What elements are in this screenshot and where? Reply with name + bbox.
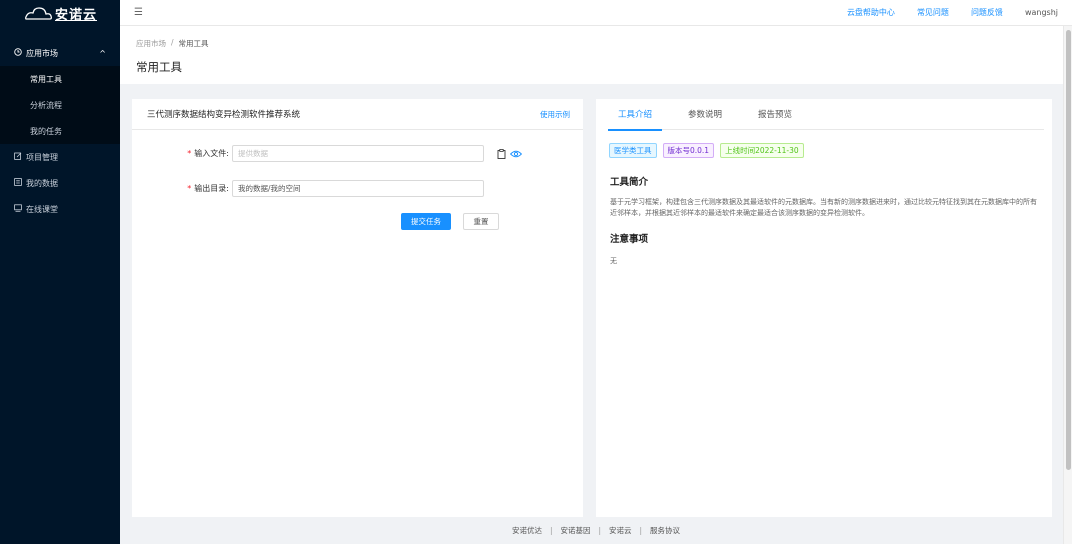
data-icon — [14, 178, 26, 188]
monitor-icon — [14, 204, 26, 214]
clipboard-icon[interactable] — [497, 148, 506, 159]
output-dir-field[interactable]: 我的数据/我的空间 — [232, 180, 484, 197]
sidebar-item-label: 应用市场 — [26, 48, 58, 58]
required-mark: * — [187, 149, 192, 158]
breadcrumb-current: 常用工具 — [178, 39, 209, 48]
intro-text: 基于元学习框架，构建包含三代测序数据及其最适软件的元数据库。当有新的测序数据进来… — [610, 198, 1037, 217]
vertical-scrollbar[interactable] — [1063, 26, 1072, 544]
feedback-link[interactable]: 问题反馈 — [971, 7, 1003, 18]
footer-link[interactable]: 服务协议 — [650, 525, 680, 536]
footer-separator: | — [549, 525, 553, 535]
tool-info-panel: 工具介绍 参数说明 报告预览 医学类工具 版本号0.0.1 上线时间2022-1… — [596, 99, 1052, 517]
input-file-row: * 输入文件: 提供数据 — [132, 145, 522, 162]
input-file-label-text: 输入文件: — [194, 149, 229, 158]
sidebar-submenu: 常用工具 分析流程 我的任务 — [0, 66, 120, 144]
input-file-label: * 输入文件: — [132, 148, 232, 159]
cloud-icon — [25, 7, 52, 20]
intro-heading: 工具简介 — [610, 177, 649, 188]
tab-report-preview[interactable]: 报告预览 — [748, 99, 802, 130]
footer-separator: | — [639, 525, 643, 535]
sidebar-item-online-class[interactable]: 在线课堂 — [0, 196, 120, 222]
edit-icon — [14, 152, 26, 162]
sidebar-item-my-data[interactable]: 我的数据 — [0, 170, 120, 196]
breadcrumb-separator: / — [171, 38, 174, 47]
sidebar-item-common-tools[interactable]: 常用工具 — [0, 66, 120, 92]
task-form-panel: 三代测序数据结构变异检测软件推荐系统 使用示例 * 输入文件: 提供数据 * 输出目… — [132, 99, 583, 517]
category-tag: 医学类工具 — [609, 143, 657, 158]
breadcrumb-parent[interactable]: 应用市场 — [136, 38, 166, 49]
sidebar-item-my-tasks[interactable]: 我的任务 — [0, 118, 120, 144]
eye-icon[interactable] — [510, 150, 522, 158]
chevron-up-icon: ^ — [99, 48, 106, 58]
footer-link[interactable]: 安诺优达 — [512, 525, 542, 536]
input-file-field[interactable]: 提供数据 — [232, 145, 484, 162]
sidebar-item-label: 项目管理 — [26, 152, 58, 162]
page-title: 常用工具 — [136, 60, 182, 74]
sidebar: 安诺云 应用市场 ^ 常用工具 分析流程 我的任务 项目管理 我的数据 在线课堂 — [0, 0, 120, 544]
faq-link[interactable]: 常见问题 — [917, 7, 949, 18]
reset-button[interactable]: 重置 — [463, 213, 499, 230]
sidebar-item-project-management[interactable]: 项目管理 — [0, 144, 120, 170]
sidebar-item-app-market[interactable]: 应用市场 ^ — [0, 40, 120, 66]
scrollbar-thumb[interactable] — [1066, 30, 1071, 470]
clock-icon — [14, 48, 26, 58]
breadcrumb: 应用市场 / 常用工具 — [136, 38, 1056, 49]
sidebar-item-label: 我的任务 — [30, 126, 62, 136]
tab-params[interactable]: 参数说明 — [678, 99, 732, 130]
top-header: ☰ 云盘帮助中心 常见问题 问题反馈 wangshj — [120, 0, 1072, 26]
user-name[interactable]: wangshj — [1025, 8, 1058, 17]
menu-fold-icon[interactable]: ☰ — [134, 7, 143, 18]
tool-tags: 医学类工具 版本号0.0.1 上线时间2022-11-30 — [609, 143, 804, 158]
page-header: 应用市场 / 常用工具 常用工具 — [120, 26, 1072, 84]
output-dir-label-text: 输出目录: — [194, 184, 229, 193]
help-center-link[interactable]: 云盘帮助中心 — [847, 7, 895, 18]
footer-link[interactable]: 安诺云 — [609, 525, 632, 536]
submit-task-button[interactable]: 提交任务 — [401, 213, 451, 230]
usage-example-link[interactable]: 使用示例 — [540, 109, 570, 120]
input-file-actions — [497, 148, 522, 159]
footer-link[interactable]: 安诺基因 — [560, 525, 590, 536]
required-mark: * — [187, 184, 192, 193]
logo-box: 安诺云 — [10, 3, 110, 23]
sidebar-item-label: 常用工具 — [30, 74, 62, 84]
output-dir-label: * 输出目录: — [132, 183, 232, 194]
footer-separator: | — [598, 525, 602, 535]
tab-tool-intro[interactable]: 工具介绍 — [608, 99, 663, 131]
sidebar-item-label: 在线课堂 — [26, 204, 58, 214]
notes-text: 无 — [610, 257, 617, 265]
release-date-tag: 上线时间2022-11-30 — [720, 143, 804, 158]
version-tag: 版本号0.0.1 — [662, 143, 715, 158]
header-links: 云盘帮助中心 常见问题 问题反馈 wangshj — [847, 7, 1058, 18]
sidebar-menu: 应用市场 ^ 常用工具 分析流程 我的任务 项目管理 我的数据 在线课堂 — [0, 40, 120, 222]
logo[interactable]: 安诺云 — [0, 0, 120, 26]
footer: 安诺优达 | 安诺基因 | 安诺云 | 服务协议 — [120, 521, 1072, 539]
panel-header: 三代测序数据结构变异检测软件推荐系统 使用示例 — [132, 99, 583, 130]
tool-title: 三代测序数据结构变异检测软件推荐系统 — [147, 110, 301, 120]
sidebar-item-label: 分析流程 — [30, 100, 62, 110]
output-dir-row: * 输出目录: 我的数据/我的空间 — [132, 180, 484, 197]
notes-heading: 注意事项 — [610, 234, 649, 245]
tab-bar: 工具介绍 参数说明 报告预览 — [608, 99, 1044, 131]
sidebar-item-label: 我的数据 — [26, 178, 58, 188]
sidebar-item-analysis-flow[interactable]: 分析流程 — [0, 92, 120, 118]
logo-text: 安诺云 — [54, 7, 97, 23]
